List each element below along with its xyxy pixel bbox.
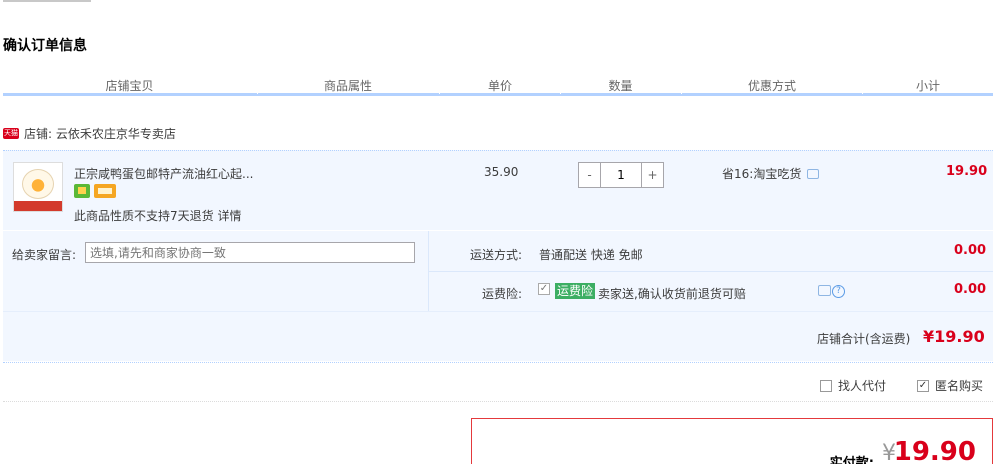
col-quantity: 数量 — [608, 79, 633, 93]
shipping-method-label: 运送方式: — [470, 248, 523, 262]
seller-message-input[interactable] — [85, 242, 415, 263]
comment-icon[interactable] — [807, 168, 820, 179]
payment-amount: 19.90 — [893, 437, 976, 464]
pay-for-me-checkbox[interactable] — [820, 379, 832, 392]
divider — [3, 362, 993, 363]
quantity-plus-button[interactable]: + — [642, 163, 663, 187]
card-payment-icon[interactable] — [94, 184, 116, 198]
unit-price: 35.90 — [484, 165, 519, 179]
payment-summary-box: 实付款: ¥ 19.90 — [471, 418, 993, 464]
shop-row: 天猫 店铺: 云依禾农庄京华专卖店 — [3, 125, 176, 141]
top-tab-indicator — [3, 0, 91, 2]
order-item-row: 正宗咸鸭蛋包邮特产流油红心起... 此商品性质不支持7天退货 详情 35.90 … — [3, 150, 993, 230]
col-separator — [257, 92, 258, 94]
comment-icon[interactable] — [818, 285, 831, 296]
seller-message-label: 给卖家留言: — [12, 248, 77, 262]
col-subtotal: 小计 — [915, 79, 940, 93]
shop-name-link[interactable]: 店铺: 云依禾农庄京华专卖店 — [24, 125, 176, 142]
pay-for-me-option[interactable]: 找人代付 — [820, 377, 886, 394]
salted-egg-image — [22, 169, 54, 199]
product-title-link[interactable]: 正宗咸鸭蛋包邮特产流油红心起... — [74, 165, 253, 182]
help-icon[interactable]: ? — [832, 285, 845, 298]
divider — [3, 401, 993, 402]
col-shop-item: 店铺宝贝 — [105, 79, 154, 93]
col-unit-price: 单价 — [487, 79, 512, 93]
service-badge-icon[interactable] — [74, 184, 90, 198]
col-separator — [681, 92, 682, 94]
anonymous-purchase-label[interactable]: 匿名购买 — [935, 377, 983, 394]
tmall-icon: 天猫 — [3, 127, 19, 139]
anonymous-purchase-option[interactable]: ✓ 匿名购买 — [917, 377, 983, 394]
insurance-icons: ? — [818, 285, 845, 298]
discount-info: 省16:淘宝吃货 — [722, 165, 820, 182]
anonymous-purchase-checkbox[interactable]: ✓ — [917, 379, 929, 392]
shop-total-price: ¥19.90 — [923, 327, 985, 346]
col-attributes: 商品属性 — [323, 79, 372, 93]
shipping-price: 0.00 — [954, 243, 987, 258]
pay-for-me-label[interactable]: 找人代付 — [838, 377, 886, 394]
quantity-input[interactable]: 1 — [600, 163, 642, 187]
discount-text: 省16:淘宝吃货 — [722, 167, 802, 181]
insurance-tag: 运费险 — [555, 283, 596, 299]
col-discount: 优惠方式 — [747, 79, 796, 93]
return-policy-note[interactable]: 此商品性质不支持7天退货 详情 — [74, 207, 241, 224]
shop-total-label: 店铺合计(含运费) — [817, 332, 911, 346]
item-subtotal: 19.90 — [946, 164, 988, 179]
col-separator — [439, 92, 440, 94]
insurance-label: 运费险: — [482, 287, 523, 301]
insurance-description: 卖家送,确认收货前退货可赔 — [598, 287, 746, 301]
order-extra-panel: 给卖家留言: 运送方式: 普通配送 快递 免邮 0.00 运费险: ✓ 运费险 … — [3, 231, 993, 361]
divider — [3, 311, 993, 312]
page-title: 确认订单信息 — [3, 38, 87, 54]
insurance-checkbox[interactable]: ✓ — [538, 283, 550, 295]
col-separator — [862, 92, 863, 94]
column-header: 店铺宝贝 商品属性 单价 数量 优惠方式 小计 — [3, 74, 993, 96]
payment-label: 实付款: — [829, 456, 874, 464]
shipping-method-value: 普通配送 快递 免邮 — [539, 248, 643, 262]
insurance-price: 0.00 — [954, 282, 987, 297]
product-thumbnail[interactable] — [13, 162, 63, 212]
thumbnail-banner — [14, 201, 62, 211]
quantity-stepper: - 1 + — [578, 162, 664, 188]
quantity-minus-button[interactable]: - — [579, 163, 600, 187]
divider — [428, 271, 993, 272]
col-separator — [560, 92, 561, 94]
